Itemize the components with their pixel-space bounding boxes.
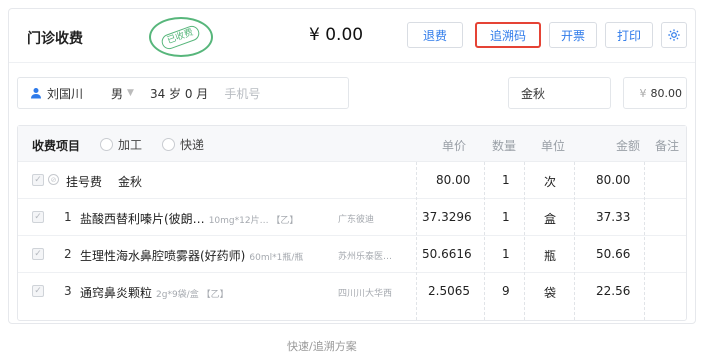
row-checkbox[interactable]: ✓ xyxy=(32,211,44,223)
item-doctor: 金秋 xyxy=(118,175,143,189)
item-name: 挂号费 金秋 xyxy=(66,173,142,190)
option-express-label: 快递 xyxy=(180,138,205,152)
figure-caption: 快速/追溯方案 xyxy=(287,340,357,353)
row-checkbox[interactable]: ✓ xyxy=(32,248,44,260)
col-qty: 数量 xyxy=(492,139,517,153)
item-amount: 22.56 xyxy=(596,284,631,298)
amount-field[interactable]: ¥80.00 xyxy=(623,77,687,109)
item-qty: 1 xyxy=(502,247,510,261)
person-icon xyxy=(31,88,41,99)
column-divider xyxy=(484,162,485,320)
col-amount: 金额 xyxy=(616,139,641,153)
total-amount: ¥ 0.00 xyxy=(309,25,364,45)
item-amount: 50.66 xyxy=(596,247,631,261)
doctor-field[interactable]: 金秋 xyxy=(508,77,611,109)
option-process[interactable]: 加工 xyxy=(100,136,142,153)
billing-panel: 门诊收费 已收费 ¥ 0.00 退费 追溯码 开票 打印 刘国川 男 ▼ 34 … xyxy=(8,8,696,324)
option-process-label: 加工 xyxy=(118,138,143,152)
radio-icon[interactable] xyxy=(100,138,113,151)
item-name: 盐酸西替利嗪片(彼朗… 10mg*12片… 【乙】 xyxy=(80,210,298,227)
item-name: 通窍鼻炎颗粒 2g*9袋/盒 【乙】 xyxy=(80,284,229,301)
item-name-text: 盐酸西替利嗪片(彼朗… xyxy=(80,212,205,226)
item-name-text: 挂号费 xyxy=(66,175,103,189)
column-divider xyxy=(416,162,417,320)
option-express[interactable]: 快递 xyxy=(162,136,204,153)
item-spec: 2g*9袋/盒 【乙】 xyxy=(156,290,229,300)
col-unit: 单位 xyxy=(541,139,566,153)
table-row[interactable]: ✓ ⊘ 挂号费 金秋 80.00 1 次 80.00 xyxy=(18,162,686,199)
item-name-text: 通窍鼻炎颗粒 xyxy=(80,286,153,300)
item-index: 3 xyxy=(64,284,72,298)
table-header: 收费项目 加工 快递 单价 数量 单位 金额 备注 xyxy=(18,126,686,162)
item-name: 生理性海水鼻腔喷雾器(好药师) 60ml*1瓶/瓶 xyxy=(80,247,303,264)
refund-button[interactable]: 退费 xyxy=(407,22,463,48)
item-qty: 1 xyxy=(502,173,510,187)
page-title: 门诊收费 xyxy=(27,31,83,47)
item-manufacturer: 苏州乐泰医… xyxy=(338,252,393,262)
column-divider xyxy=(574,162,575,320)
patient-field[interactable]: 刘国川 男 ▼ 34 岁 0 月 手机号 xyxy=(17,77,349,109)
item-manufacturer: 广东彼迪 xyxy=(338,215,375,225)
item-price: 50.6616 xyxy=(422,247,472,261)
item-unit: 盒 xyxy=(544,212,557,226)
item-price: 2.5065 xyxy=(428,284,470,298)
item-index: 1 xyxy=(64,210,72,224)
radio-icon[interactable] xyxy=(162,138,175,151)
charge-items-label: 收费项目 xyxy=(32,139,81,153)
amount-value: 80.00 xyxy=(650,86,683,100)
patient-age: 34 岁 0 月 xyxy=(149,86,209,101)
charge-items-table: 收费项目 加工 快递 单价 数量 单位 金额 备注 ✓ ⊘ 挂号费 金秋 80.0… xyxy=(17,125,687,321)
item-manufacturer: 四川川大华西 xyxy=(338,289,393,299)
col-note: 备注 xyxy=(655,139,680,153)
print-button[interactable]: 打印 xyxy=(605,22,653,48)
settings-gear-icon[interactable] xyxy=(661,22,687,48)
header-bar: 门诊收费 已收费 ¥ 0.00 退费 追溯码 开票 打印 xyxy=(9,9,695,63)
item-name-text: 生理性海水鼻腔喷雾器(好药师) xyxy=(80,249,246,263)
chevron-down-icon: ▼ xyxy=(127,88,134,98)
currency-symbol: ¥ xyxy=(639,86,647,100)
column-divider xyxy=(524,162,525,320)
ban-icon: ⊘ xyxy=(48,174,59,185)
item-amount: 80.00 xyxy=(596,173,631,187)
item-index: 2 xyxy=(64,247,72,261)
col-price: 单价 xyxy=(442,139,467,153)
table-row[interactable]: ✓ 1 盐酸西替利嗪片(彼朗… 10mg*12片… 【乙】 广东彼迪 37.329… xyxy=(18,199,686,236)
item-qty: 9 xyxy=(502,284,510,298)
patient-info-row: 刘国川 男 ▼ 34 岁 0 月 手机号 金秋 ¥80.00 xyxy=(17,77,687,109)
trace-code-button[interactable]: 追溯码 xyxy=(475,22,541,48)
item-unit: 袋 xyxy=(544,286,557,300)
invoice-button[interactable]: 开票 xyxy=(549,22,597,48)
paid-stamp: 已收费 xyxy=(149,17,213,57)
patient-sex[interactable]: 男 xyxy=(111,85,123,102)
patient-name: 刘国川 xyxy=(47,86,84,101)
item-price: 37.3296 xyxy=(422,210,472,224)
row-checkbox[interactable]: ✓ xyxy=(32,174,44,186)
row-checkbox[interactable]: ✓ xyxy=(32,285,44,297)
item-amount: 37.33 xyxy=(596,210,631,224)
phone-input[interactable]: 手机号 xyxy=(224,85,260,102)
table-row[interactable]: ✓ 3 通窍鼻炎颗粒 2g*9袋/盒 【乙】 四川川大华西 2.5065 9 袋 … xyxy=(18,273,686,310)
item-unit: 次 xyxy=(544,175,557,189)
column-divider xyxy=(644,162,645,320)
item-qty: 1 xyxy=(502,210,510,224)
paid-stamp-text: 已收费 xyxy=(160,23,202,51)
item-spec: 60ml*1瓶/瓶 xyxy=(249,253,304,263)
item-price: 80.00 xyxy=(436,173,471,187)
item-unit: 瓶 xyxy=(544,249,557,263)
table-row[interactable]: ✓ 2 生理性海水鼻腔喷雾器(好药师) 60ml*1瓶/瓶 苏州乐泰医… 50.6… xyxy=(18,236,686,273)
item-spec: 10mg*12片… 【乙】 xyxy=(208,216,299,226)
